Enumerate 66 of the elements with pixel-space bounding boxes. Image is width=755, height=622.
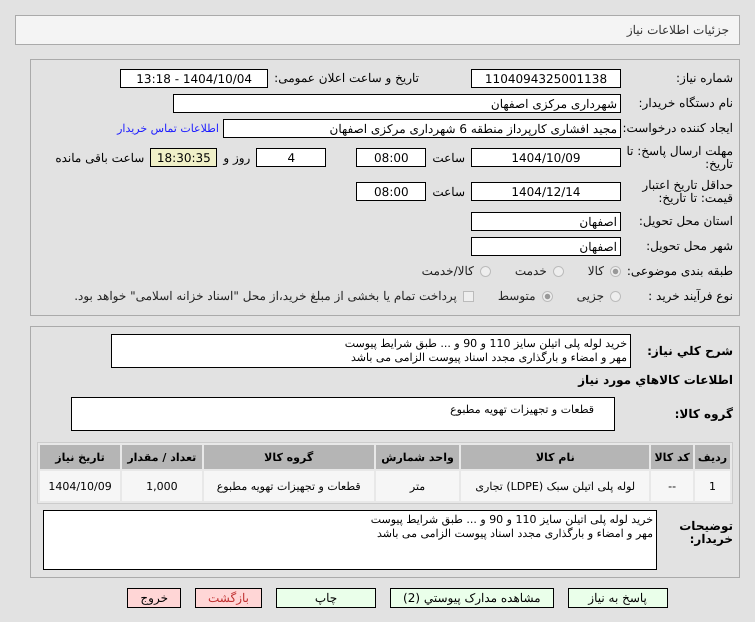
table-cell: 1 [695, 471, 730, 501]
page-title: جزئیات اطلاعات نیاز [626, 23, 729, 37]
days-field: 4 [256, 148, 326, 167]
province-field: اصفهان [471, 212, 621, 230]
section-title: اطلاعات کالاهاي مورد نیاز [576, 372, 734, 389]
buyer-contact-link[interactable]: اطلاعات تماس خریدار [117, 122, 219, 134]
time-label: ساعت [432, 150, 465, 164]
action-button[interactable]: مشاهده مدارک پیوستي (2) [390, 588, 554, 608]
process-radio[interactable]: متوسط [498, 289, 553, 303]
field-label: طبقه بندی موضوعی: [626, 264, 734, 278]
days-label: روز و [223, 150, 250, 164]
column-header: ردیف [695, 445, 730, 469]
field-label: ایجاد کننده درخواست: [621, 121, 734, 135]
field-label: نوع فرآیند خرید : [647, 289, 734, 303]
field-label: توضیحات خریدار: [678, 520, 734, 546]
announce-date-field: 1404/10/04 - 13:18 [120, 68, 268, 88]
radio-icon[interactable] [480, 266, 491, 276]
action-button[interactable]: پاسخ به نیاز [568, 588, 668, 608]
table-cell: قطعات و تجهیزات تهویه مطبوع [204, 471, 374, 501]
field-label: شهر محل تحویل: [645, 239, 734, 253]
need-number-field: 1104094325001138 [471, 68, 621, 88]
column-header: تاریخ نیاز [40, 445, 120, 469]
category-radio[interactable]: کالا/خدمت [422, 264, 491, 278]
summary-textarea[interactable]: خرید لوله پلی اتیلن سایز 110 و 90 و ... طبق شرایط پیوست مهر و امضاء و بارگذاری مجدد اسناد پیوست الزامی می باشد [111, 334, 631, 368]
radio-icon[interactable] [542, 290, 553, 302]
table-cell: -- [651, 471, 694, 501]
table-cell: 1404/10/09 [40, 471, 120, 501]
time-label: ساعت [432, 184, 465, 198]
payment-checkbox[interactable]: پرداخت تمام یا بخشی از مبلغ خرید،از محل "اسناد خزانه اسلامی" خواهد بود. [74, 289, 474, 303]
field-label: نام دستگاه خریدار: [638, 96, 734, 110]
field-label: مهلت ارسال پاسخ: تا تاریخ: [625, 144, 734, 170]
column-header: گروه کالا [204, 445, 374, 469]
radio-icon[interactable] [610, 290, 621, 302]
column-header: کد کالا [651, 445, 694, 469]
field-label: تاریخ و ساعت اعلان عمومی: [274, 71, 419, 85]
table-cell: 1,000 [122, 471, 202, 501]
field-label: شماره نیاز: [675, 71, 734, 85]
buyer-org-field: شهرداری مرکزی اصفهان [173, 94, 621, 112]
requester-field: مجید افشاری کارپرداز منطقه 6 شهرداری مرکزی اصفهان [223, 118, 621, 138]
category-radio[interactable]: خدمت [514, 264, 564, 278]
deadline-date-field: 1404/10/09 [471, 148, 621, 167]
action-button[interactable]: خروج [127, 588, 181, 608]
field-label: گروه کالا: [674, 407, 734, 421]
deadline-time-field: 08:00 [356, 148, 426, 167]
field-label: حداقل تاریخ اعتبار قیمت: تا تاریخ: [640, 178, 734, 204]
column-header: واحد شمارش [376, 445, 460, 469]
table-cell: لوله پلی اتیلن سبک (LDPE) تجاری [461, 471, 650, 501]
buyer-notes-textarea[interactable]: خرید لوله پلی اتیلن سایز 110 و 90 و ... طبق شرایط پیوست مهر و امضاء و بارگذاری مجدد اسناد پیوست الزامی می باشد [43, 510, 657, 570]
checkbox-icon[interactable] [462, 290, 474, 302]
action-button[interactable]: بازگشت [195, 588, 262, 608]
column-header: نام کالا [461, 445, 650, 469]
city-field: اصفهان [471, 236, 621, 256]
field-label: شرح کلي نیاز: [646, 344, 734, 358]
process-radio[interactable]: جزیی [576, 289, 621, 303]
validity-time-field: 08:00 [356, 182, 426, 201]
remaining-label: ساعت باقی مانده [55, 150, 144, 164]
remaining-time-field: 18:30:35 [150, 148, 218, 167]
table-cell: متر [376, 471, 460, 501]
category-radio[interactable]: کالا [588, 264, 621, 278]
action-button[interactable]: چاپ [276, 588, 376, 608]
radio-icon[interactable] [552, 266, 564, 276]
radio-icon[interactable] [610, 266, 621, 276]
validity-date-field: 1404/12/14 [471, 182, 621, 201]
field-label: استان محل تحویل: [638, 214, 734, 228]
column-header: تعداد / مقدار [122, 445, 202, 469]
goods-group-textarea[interactable]: قطعات و تجهیزات تهویه مطبوع [71, 397, 615, 431]
